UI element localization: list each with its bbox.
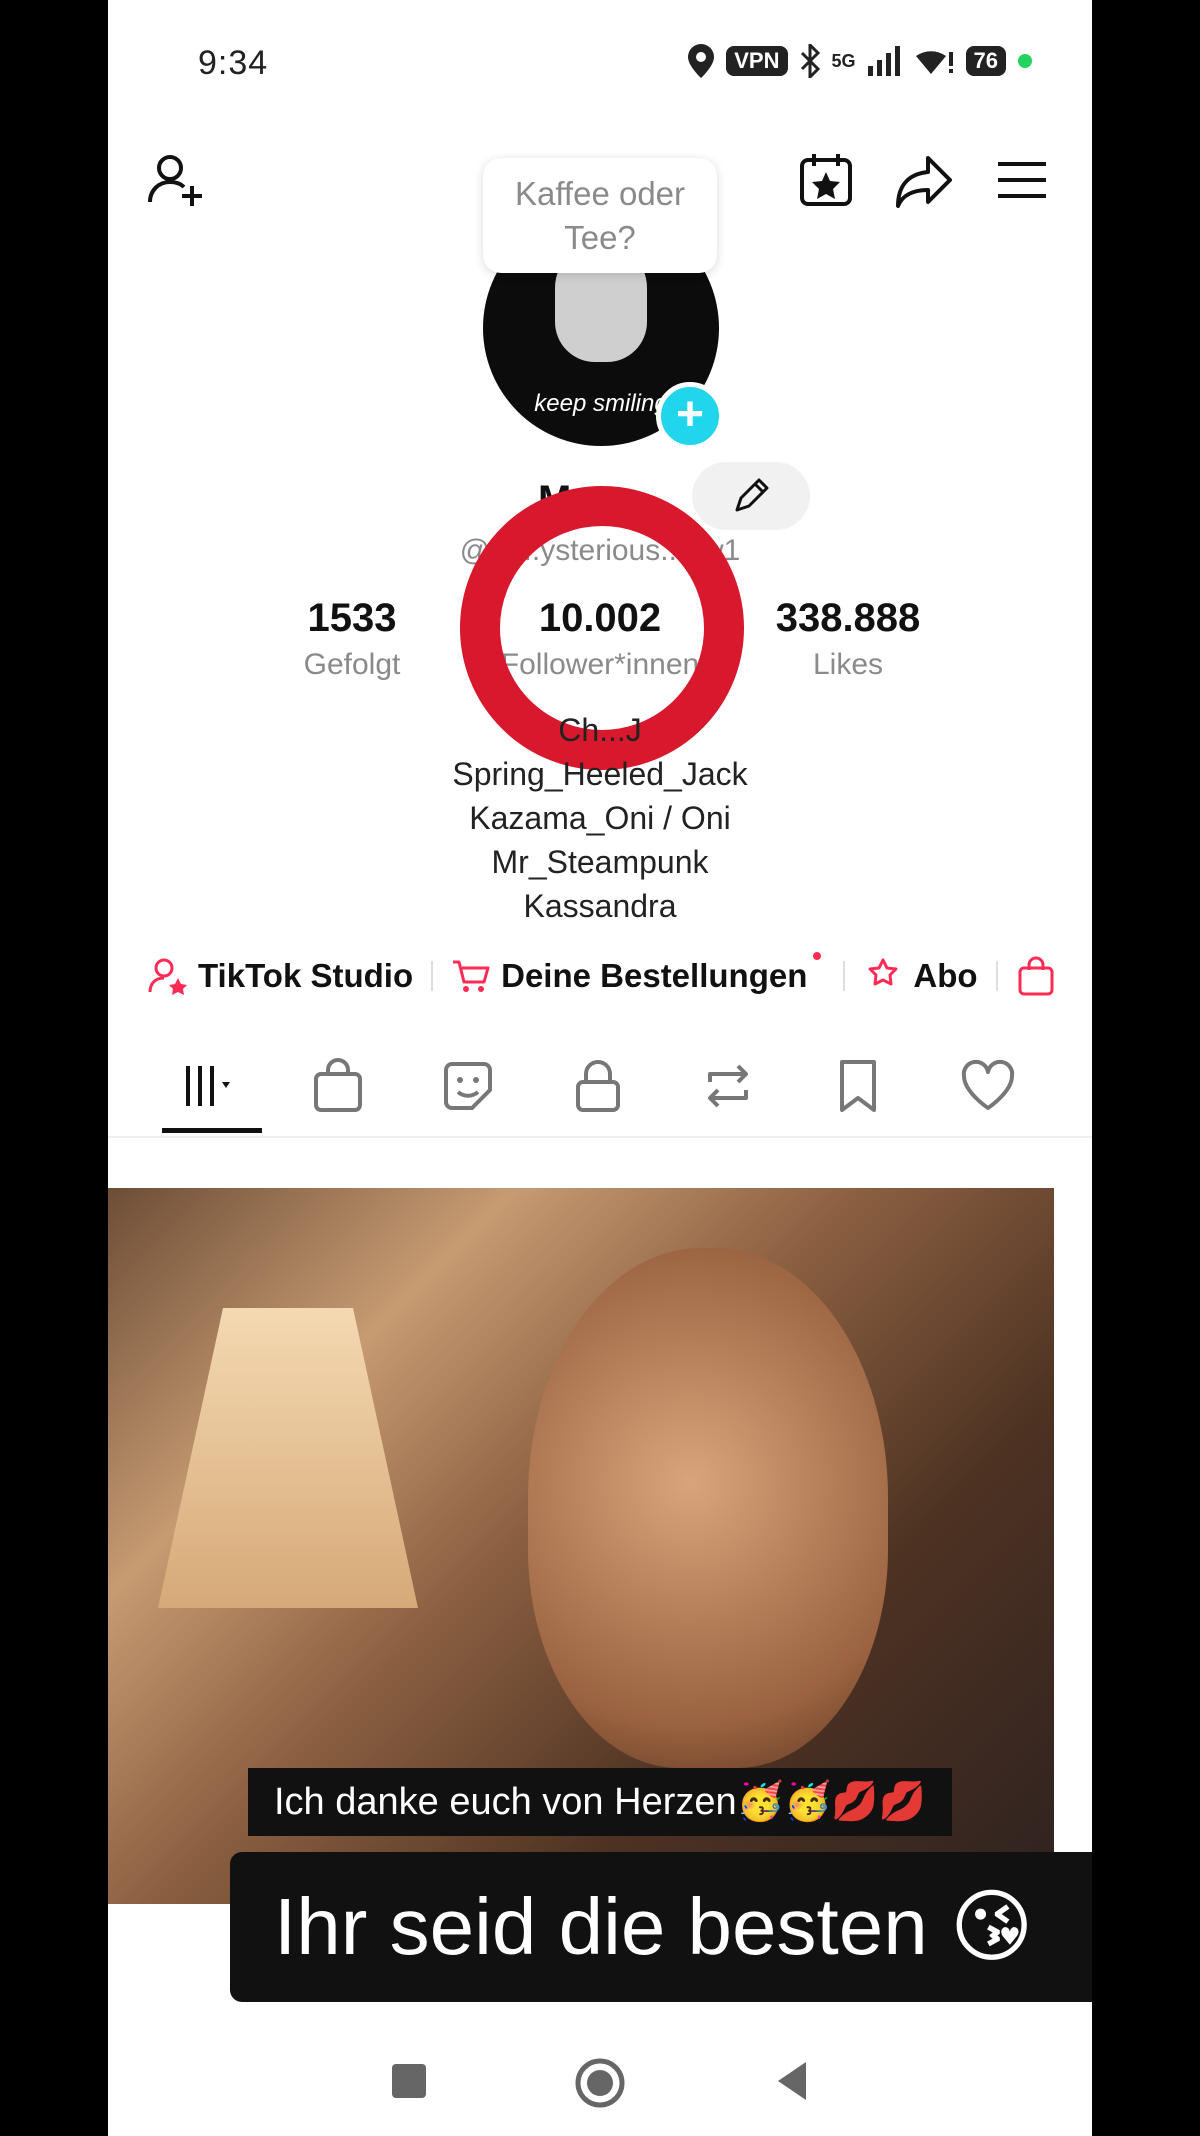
hamburger-menu-icon[interactable] [992, 150, 1052, 210]
content-tabs [108, 1050, 1092, 1138]
caption-top: Ich danke euch von Herzen🥳🥳💋💋 [248, 1768, 952, 1836]
person-image [528, 1248, 888, 1768]
recent-apps-icon[interactable] [384, 2056, 434, 2106]
wifi-icon [915, 51, 953, 74]
tiktok-studio-shortcut[interactable]: TikTok Studio [148, 956, 413, 996]
divider [995, 961, 998, 991]
edit-name-button[interactable] [692, 462, 810, 530]
divider [843, 961, 846, 991]
star-hands-icon [868, 958, 898, 986]
active-tab-indicator [162, 1128, 262, 1133]
orders-shortcut[interactable]: Deine Bestellungen [451, 952, 825, 996]
lock-icon[interactable] [568, 1056, 628, 1116]
signal-icon [867, 46, 900, 76]
home-icon[interactable] [573, 2056, 627, 2110]
bookmark-icon[interactable] [828, 1056, 888, 1116]
following-label: Gefolgt [303, 648, 401, 681]
bio-line: Kassandra [523, 888, 677, 924]
tiktok-profile-screen: 9:34 VPN 5G 76 keep smiling Kaffee oder … [108, 0, 1092, 2136]
likes-label: Likes [812, 648, 884, 681]
calendar-star-icon[interactable] [796, 150, 856, 210]
shortcut-row: TikTok Studio Deine Bestellungen Abo [148, 952, 1056, 996]
caption-bottom: Ihr seid die besten 😘 [230, 1852, 1092, 2002]
shortcut-label: TikTok Studio [198, 957, 414, 994]
sticker-icon[interactable] [438, 1056, 498, 1116]
shortcut-label: Abo [913, 957, 978, 994]
divider [431, 961, 434, 991]
lamp-shape [158, 1308, 418, 1608]
shopping-bag-icon[interactable] [1016, 956, 1056, 996]
battery-indicator: 76 [965, 46, 1006, 76]
system-nav-bar [108, 2030, 1092, 2136]
repost-icon[interactable] [698, 1056, 758, 1116]
heart-icon[interactable] [958, 1056, 1018, 1116]
note-bubble[interactable]: Kaffee oder Tee? [483, 158, 717, 273]
bio-line: Kazama_Oni / Oni [469, 800, 731, 836]
status-icons: VPN 5G 76 [688, 44, 1032, 78]
following-count[interactable]: 1533 [242, 596, 462, 641]
grid-icon[interactable] [178, 1056, 238, 1116]
cart-icon [453, 960, 490, 992]
status-time: 9:34 [198, 44, 269, 82]
privacy-dot [1018, 54, 1032, 68]
likes-count[interactable]: 338.888 [738, 596, 958, 641]
person-plus-icon[interactable] [146, 150, 206, 210]
notification-dot [813, 952, 822, 960]
subscription-shortcut[interactable]: Abo [863, 956, 978, 996]
bluetooth-icon [800, 44, 820, 78]
pencil-icon [735, 478, 769, 512]
location-icon [688, 44, 715, 78]
back-icon[interactable] [768, 2056, 818, 2106]
share-icon[interactable] [894, 150, 954, 210]
person-star-icon [148, 958, 187, 995]
shortcut-label: Deine Bestellungen [501, 957, 808, 994]
bio-line: Spring_Heeled_Jack [452, 756, 748, 792]
status-bar: 9:34 VPN 5G 76 [108, 0, 1092, 130]
add-story-plus-icon[interactable]: + [656, 382, 724, 450]
bag-icon[interactable] [308, 1056, 368, 1116]
network-label: 5G [831, 50, 856, 71]
bio-line: Ch...J [558, 712, 642, 748]
bio-line: Mr_Steampunk [491, 844, 709, 880]
vpn-badge: VPN [726, 46, 788, 76]
